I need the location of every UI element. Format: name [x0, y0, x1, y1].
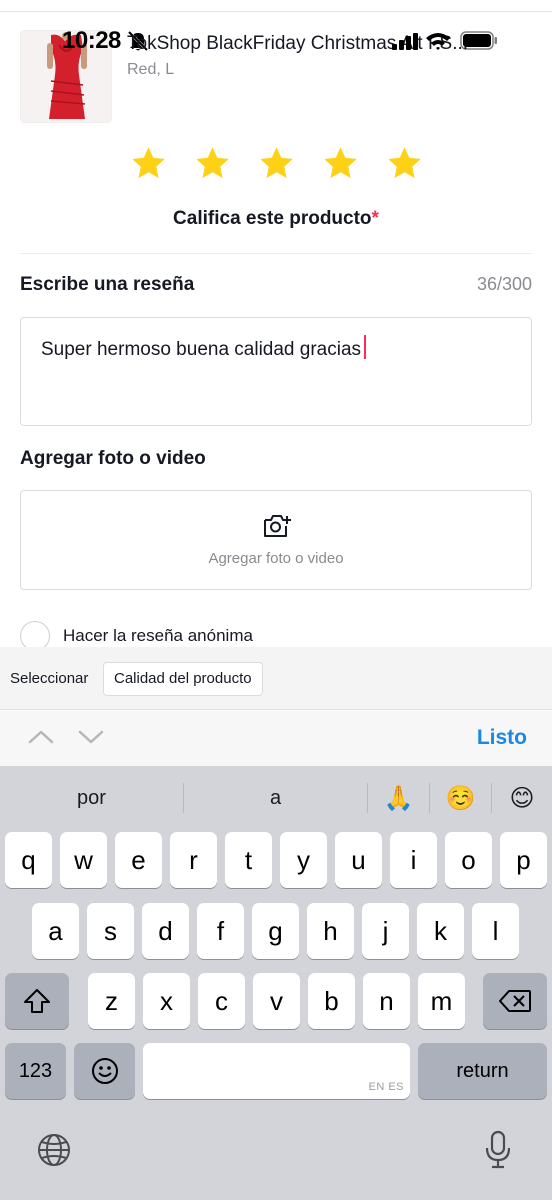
- key-v[interactable]: v: [253, 973, 300, 1029]
- backspace-key[interactable]: [483, 973, 547, 1029]
- key-b[interactable]: b: [308, 973, 355, 1029]
- globe-icon[interactable]: [36, 1132, 72, 1168]
- suggestion-bar: Seleccionar Calidad del producto: [0, 647, 552, 710]
- media-section-title: Agregar foto o video: [20, 448, 206, 469]
- star-icon[interactable]: [130, 145, 167, 182]
- key-y[interactable]: y: [280, 832, 327, 888]
- key-u[interactable]: u: [335, 832, 382, 888]
- return-key[interactable]: return: [418, 1043, 547, 1099]
- prediction-por[interactable]: por: [0, 787, 183, 810]
- shift-icon: [24, 989, 50, 1013]
- key-z[interactable]: z: [88, 973, 135, 1029]
- shift-key[interactable]: [5, 973, 69, 1029]
- key-l[interactable]: l: [472, 903, 519, 959]
- cellular-signal-icon: [392, 33, 418, 50]
- key-q[interactable]: q: [5, 832, 52, 888]
- review-text: Super hermoso buena calidad gracias: [41, 339, 362, 360]
- chevron-up-icon[interactable]: [27, 727, 55, 747]
- key-s[interactable]: s: [87, 903, 134, 959]
- review-char-counter: 36/300: [476, 274, 532, 294]
- key-w[interactable]: w: [60, 832, 107, 888]
- camera-add-icon: [264, 515, 291, 537]
- battery-icon: [460, 31, 497, 50]
- prediction-emoji-pray[interactable]: 🙏: [368, 784, 429, 813]
- done-button[interactable]: Listo: [477, 726, 527, 750]
- key-x[interactable]: x: [143, 973, 190, 1029]
- key-d[interactable]: d: [142, 903, 189, 959]
- key-a[interactable]: a: [32, 903, 79, 959]
- emoji-face-icon: [91, 1058, 118, 1084]
- rating-label: Califica este producto*: [0, 208, 552, 230]
- text-cursor: [364, 335, 367, 359]
- section-divider: [20, 253, 532, 254]
- keyboard-accessory-bar: Listo: [0, 711, 552, 766]
- add-photo-video-button[interactable]: Agregar foto o video: [20, 490, 532, 590]
- anonymous-review-label: Hacer la reseña anónima: [63, 626, 253, 645]
- key-t[interactable]: t: [225, 832, 272, 888]
- suggestion-label: Seleccionar: [10, 670, 89, 687]
- review-textarea[interactable]: Super hermoso buena calidad gracias: [20, 317, 532, 426]
- emoji-key[interactable]: [74, 1043, 135, 1099]
- space-language-hint: EN ES: [368, 1081, 404, 1093]
- star-icon[interactable]: [386, 145, 423, 182]
- key-p[interactable]: p: [500, 832, 547, 888]
- key-n[interactable]: n: [363, 973, 410, 1029]
- key-f[interactable]: f: [197, 903, 244, 959]
- suggestion-chip-product-quality[interactable]: Calidad del producto: [103, 662, 263, 696]
- chevron-down-icon[interactable]: [77, 727, 105, 747]
- key-g[interactable]: g: [252, 903, 299, 959]
- microphone-icon[interactable]: [484, 1130, 512, 1170]
- product-variant: Red, L: [127, 61, 175, 78]
- prediction-emoji-relaxed[interactable]: ☺️: [430, 784, 491, 813]
- prediction-a[interactable]: a: [184, 787, 367, 810]
- keyboard: por a 🙏 ☺️ 😊 123 EN ES return qwertyuiop…: [0, 766, 552, 1200]
- review-section-title: Escribe una reseña: [20, 274, 195, 295]
- key-m[interactable]: m: [418, 973, 465, 1029]
- key-o[interactable]: o: [445, 832, 492, 888]
- star-icon[interactable]: [258, 145, 295, 182]
- numbers-key[interactable]: 123: [5, 1043, 66, 1099]
- required-mark: *: [371, 208, 379, 229]
- key-h[interactable]: h: [307, 903, 354, 959]
- status-time: 10:28: [62, 27, 121, 54]
- prediction-emoji-smile[interactable]: 😊: [492, 784, 552, 813]
- wifi-icon: [426, 33, 450, 50]
- key-c[interactable]: c: [198, 973, 245, 1029]
- key-i[interactable]: i: [390, 832, 437, 888]
- space-key[interactable]: EN ES: [143, 1043, 410, 1099]
- key-e[interactable]: e: [115, 832, 162, 888]
- key-k[interactable]: k: [417, 903, 464, 959]
- star-icon[interactable]: [194, 145, 231, 182]
- star-rating[interactable]: [130, 145, 423, 182]
- backspace-icon: [499, 990, 531, 1012]
- key-j[interactable]: j: [362, 903, 409, 959]
- key-r[interactable]: r: [170, 832, 217, 888]
- rating-label-text: Califica este producto: [173, 208, 372, 229]
- star-icon[interactable]: [322, 145, 359, 182]
- add-photo-video-label: Agregar foto o video: [208, 550, 344, 567]
- top-divider: [0, 11, 552, 12]
